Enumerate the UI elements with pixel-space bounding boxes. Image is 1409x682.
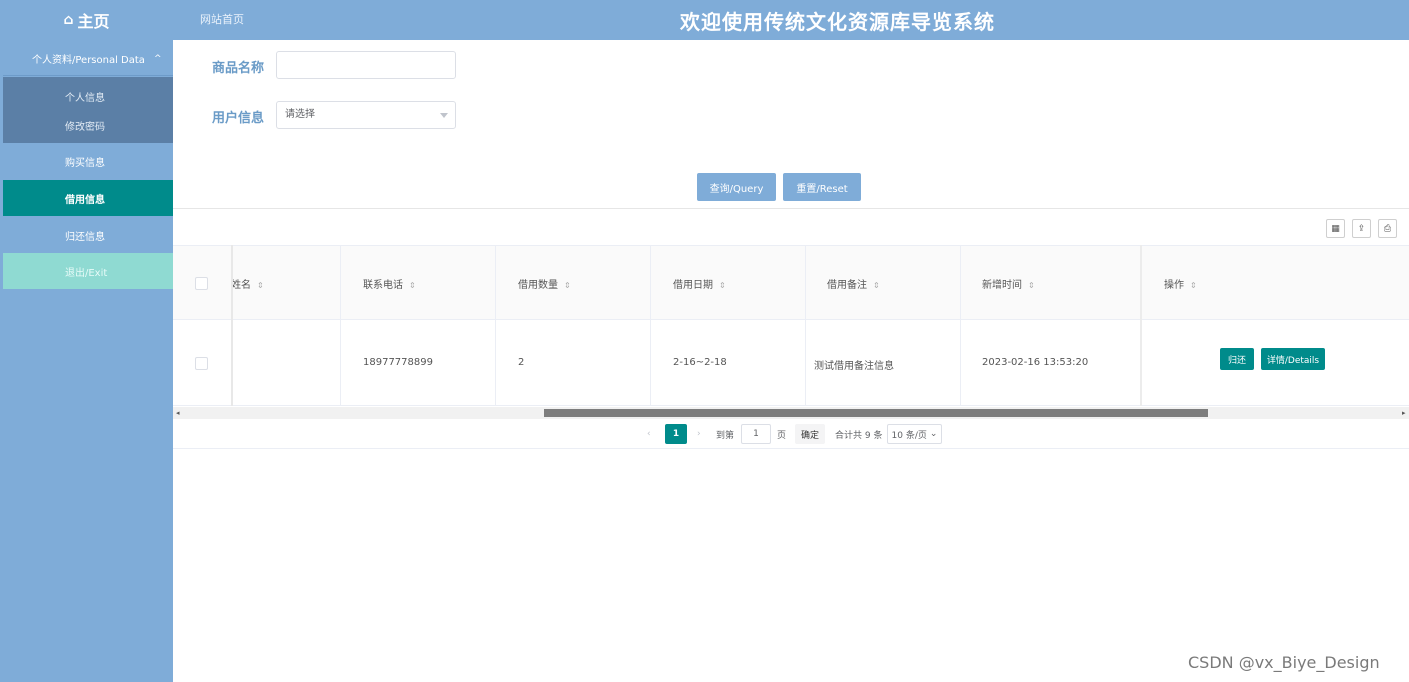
user-info-placeholder: 请选择: [285, 109, 315, 120]
cell-note: 测试借用备注信息: [814, 361, 894, 372]
sidebar-item-return[interactable]: 归还信息: [3, 217, 173, 253]
sidebar: 个人资料/Personal Data ^ 个人信息 修改密码 购买信息 借用信息…: [0, 40, 173, 682]
column-header-created[interactable]: 新增时间 ⇕: [982, 276, 1035, 291]
cell-quantity: 2: [518, 357, 525, 368]
page-unit-label: 页: [777, 430, 787, 441]
print-icon[interactable]: ⎙: [1378, 219, 1397, 238]
scroll-left-icon[interactable]: ◂: [176, 409, 180, 417]
sidebar-group-personal-data[interactable]: 个人资料/Personal Data ^: [3, 42, 173, 76]
sidebar-item-exit[interactable]: 退出/Exit: [3, 253, 173, 289]
sidebar-item-label: 退出/Exit: [65, 267, 108, 279]
export-icon[interactable]: ⇪: [1352, 219, 1371, 238]
column-header-phone[interactable]: 联系电话 ⇕: [363, 276, 416, 291]
cell-created: 2023-02-16 13:53:20: [982, 357, 1089, 368]
sort-icon[interactable]: ⇕: [873, 281, 880, 290]
sidebar-item-purchase[interactable]: 购买信息: [3, 143, 173, 179]
column-header-name[interactable]: 姓名 ⇕: [231, 276, 264, 291]
scroll-right-icon[interactable]: ▸: [1402, 409, 1406, 417]
user-info-label: 用户信息: [212, 111, 265, 126]
product-name-label: 商品名称: [212, 61, 265, 76]
page-title: 欢迎使用传统文化资源库导览系统: [680, 10, 995, 34]
reset-button[interactable]: 重置/Reset: [783, 173, 861, 201]
goto-page-input[interactable]: 1: [741, 424, 771, 444]
cell-date: 2-16~2-18: [673, 357, 727, 368]
table-row: 18977778899 2 2-16~2-18 测试借用备注信息 2023-02…: [173, 320, 1409, 406]
site-home-link[interactable]: 网站首页: [200, 11, 244, 27]
watermark: CSDN @vx_Biye_Design: [1188, 653, 1380, 672]
column-header-quantity[interactable]: 借用数量 ⇕: [518, 276, 571, 291]
column-header-date[interactable]: 借用日期 ⇕: [673, 276, 726, 291]
top-header: ⌂ 主页 网站首页 欢迎使用传统文化资源库导览系统: [0, 0, 1409, 40]
table-toolbar: ▦ ⇪ ⎙: [173, 208, 1409, 245]
sort-icon[interactable]: ⇕: [1028, 281, 1035, 290]
row-checkbox[interactable]: [195, 357, 208, 370]
fixed-column-divider: [231, 245, 233, 406]
chevron-down-icon: ⌄: [929, 429, 938, 439]
grid-icon[interactable]: ▦: [1326, 219, 1345, 238]
sort-icon[interactable]: ⇕: [1190, 281, 1197, 290]
user-info-select[interactable]: 请选择: [276, 101, 456, 129]
select-all-checkbox[interactable]: [195, 277, 208, 290]
column-header-actions[interactable]: 操作 ⇕: [1164, 276, 1197, 291]
pagination: ‹ 1 › 到第 1 页 确定 合计共 9 条 10 条/页 ⌄: [173, 419, 1409, 449]
fixed-actions-divider: [1140, 245, 1142, 406]
sidebar-submenu: 个人信息 修改密码: [3, 77, 173, 143]
cell-phone: 18977778899: [363, 357, 433, 368]
page-number-current[interactable]: 1: [665, 424, 687, 444]
sidebar-item-change-password[interactable]: 修改密码: [65, 118, 105, 133]
home-link[interactable]: ⌂ 主页: [0, 0, 173, 40]
goto-label: 到第: [716, 430, 735, 441]
next-page-icon[interactable]: ›: [697, 424, 701, 444]
chevron-up-icon: ^: [153, 53, 162, 64]
sidebar-item-label: 归还信息: [65, 231, 105, 243]
horizontal-scrollbar[interactable]: ◂ ▸: [173, 407, 1409, 419]
sort-icon[interactable]: ⇕: [564, 281, 571, 290]
scrollbar-thumb[interactable]: [544, 409, 1208, 417]
sidebar-item-label: 购买信息: [65, 157, 105, 169]
prev-page-icon[interactable]: ‹: [647, 424, 651, 444]
home-label: 主页: [77, 12, 110, 31]
confirm-goto-button[interactable]: 确定: [795, 424, 826, 444]
page-size-select[interactable]: 10 条/页 ⌄: [887, 424, 942, 444]
return-button[interactable]: 归还: [1220, 348, 1254, 370]
total-count: 合计共 9 条: [835, 430, 883, 441]
details-button[interactable]: 详情/Details: [1261, 348, 1325, 370]
sidebar-item-profile[interactable]: 个人信息: [65, 89, 105, 104]
home-icon: ⌂: [63, 12, 74, 28]
query-button[interactable]: 查询/Query: [697, 173, 776, 201]
sort-icon[interactable]: ⇕: [257, 281, 264, 290]
table-header: 姓名 ⇕ 联系电话 ⇕ 借用数量 ⇕ 借用日期 ⇕ 借用备注 ⇕ 新增时间 ⇕ 操作 ⇕: [173, 245, 1409, 320]
caret-down-icon: [440, 113, 448, 118]
sidebar-item-borrow[interactable]: 借用信息: [3, 180, 173, 216]
sort-icon[interactable]: ⇕: [719, 281, 726, 290]
sort-icon[interactable]: ⇕: [409, 281, 416, 290]
column-header-note[interactable]: 借用备注 ⇕: [827, 276, 880, 291]
sidebar-item-label: 借用信息: [65, 194, 105, 206]
product-name-input[interactable]: [276, 51, 456, 79]
sidebar-group-label: 个人资料/Personal Data: [32, 55, 145, 66]
